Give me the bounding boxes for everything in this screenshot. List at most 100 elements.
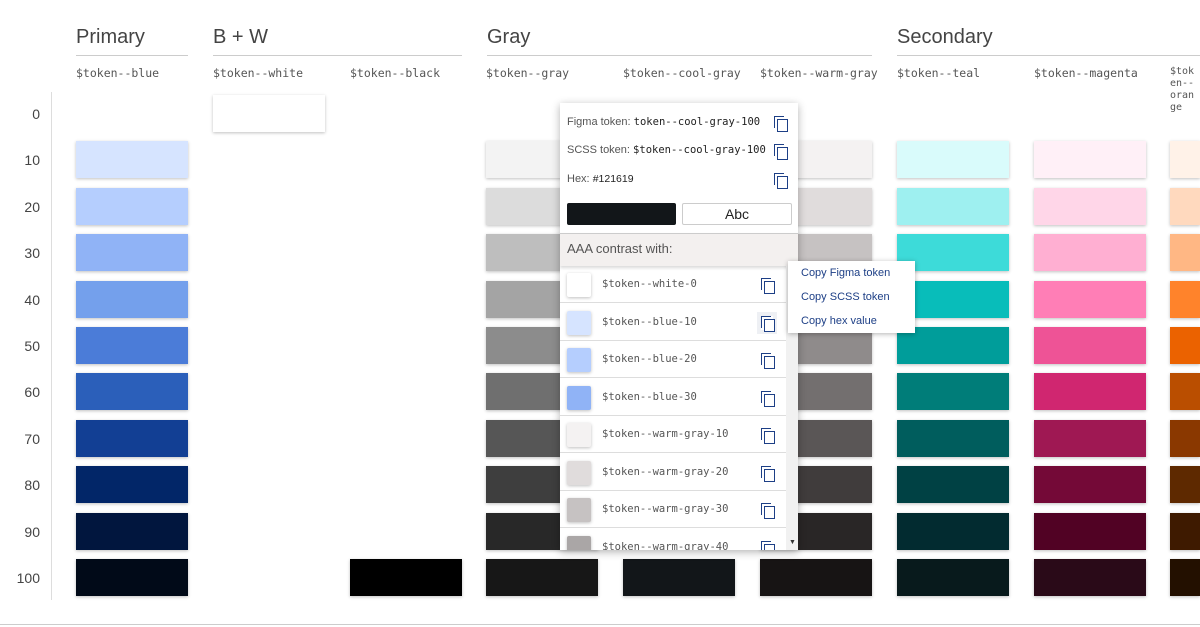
- color-swatch[interactable]: [213, 95, 325, 132]
- copy-icon[interactable]: [761, 540, 775, 550]
- color-swatch[interactable]: [1170, 373, 1200, 411]
- row-label: 90: [24, 523, 40, 540]
- copy-icon[interactable]: [757, 311, 777, 334]
- contrast-item: $token--white-0: [560, 266, 786, 303]
- contrast-item: $token--blue-20: [560, 341, 786, 378]
- color-swatch[interactable]: [1034, 419, 1146, 457]
- copy-icon[interactable]: [761, 353, 775, 369]
- contrast-swatch: [567, 385, 591, 410]
- contrast-swatch: [567, 348, 591, 372]
- row-label: 0: [32, 106, 40, 122]
- color-swatch[interactable]: [1170, 419, 1200, 457]
- contrast-token: $token--warm-gray-20: [602, 465, 729, 478]
- contrast-token: $token--white-0: [602, 278, 697, 290]
- color-swatch[interactable]: [760, 559, 872, 596]
- menu-copy-scss[interactable]: Copy SCSS token: [801, 291, 890, 303]
- contrast-swatch: [567, 310, 591, 335]
- color-swatch[interactable]: [1034, 327, 1146, 364]
- column-token: $token--black: [350, 66, 441, 80]
- contrast-item: $token--blue-10: [560, 304, 786, 341]
- color-swatch[interactable]: [76, 187, 188, 225]
- section-gray: Gray: [487, 26, 872, 56]
- copy-icon[interactable]: [774, 173, 788, 189]
- copy-icon[interactable]: [761, 503, 775, 519]
- contrast-item: $token--warm-gray-30: [560, 491, 786, 528]
- hex-value: #121619: [592, 173, 634, 185]
- menu-copy-hex[interactable]: Copy hex value: [801, 315, 877, 327]
- color-swatch[interactable]: [486, 559, 598, 596]
- color-sample: [567, 203, 676, 225]
- color-swatch[interactable]: [1034, 373, 1146, 411]
- color-swatch[interactable]: [1034, 234, 1146, 272]
- hex-row: Hex: #121619: [567, 173, 634, 185]
- copy-icon[interactable]: [761, 278, 775, 294]
- color-swatch[interactable]: [1170, 327, 1200, 364]
- color-swatch[interactable]: [76, 512, 188, 550]
- hex-label: Hex:: [567, 173, 590, 185]
- contrast-token: $token--blue-10: [602, 315, 697, 328]
- color-swatch[interactable]: [1034, 559, 1146, 596]
- bottom-divider: [0, 624, 1200, 625]
- row-label: 40: [24, 291, 40, 308]
- row-label: 100: [16, 570, 40, 586]
- section-secondary: Secondary: [897, 26, 1200, 56]
- column-token: $token--orange: [1170, 66, 1195, 113]
- figma-value: token--cool-gray-100: [633, 116, 761, 128]
- contrast-token: $token--warm-gray-40: [602, 540, 729, 551]
- color-swatch[interactable]: [897, 466, 1009, 504]
- copy-icon[interactable]: [761, 428, 775, 444]
- color-swatch[interactable]: [76, 327, 188, 364]
- contrast-item: $token--blue-30: [560, 379, 786, 416]
- color-swatch[interactable]: [1170, 512, 1200, 550]
- color-swatch[interactable]: [76, 466, 188, 504]
- color-swatch[interactable]: [1034, 466, 1146, 504]
- contrast-item: $token--warm-gray-10: [560, 416, 786, 453]
- color-swatch[interactable]: [76, 141, 188, 179]
- color-swatch[interactable]: [76, 373, 188, 411]
- color-swatch[interactable]: [1170, 234, 1200, 272]
- color-swatch[interactable]: [1170, 559, 1200, 596]
- color-swatch[interactable]: [1034, 141, 1146, 179]
- column-token: $token--warm-gray: [760, 66, 878, 80]
- color-swatch[interactable]: [1170, 187, 1200, 225]
- color-swatch[interactable]: [1170, 466, 1200, 504]
- contrast-token: $token--blue-20: [602, 353, 697, 365]
- copy-context-menu: Copy Figma token Copy SCSS token Copy he…: [788, 261, 915, 333]
- color-swatch[interactable]: [1034, 280, 1146, 318]
- color-swatch[interactable]: [76, 559, 188, 596]
- contrast-token: $token--warm-gray-30: [602, 503, 729, 515]
- column-token: $token--cool-gray: [623, 66, 741, 80]
- contrast-title: AAA contrast with:: [560, 233, 798, 266]
- color-swatch[interactable]: [897, 187, 1009, 225]
- column-token: $token--gray: [486, 66, 570, 80]
- color-swatch[interactable]: [76, 280, 188, 318]
- color-swatch[interactable]: [897, 419, 1009, 457]
- copy-icon[interactable]: [774, 144, 788, 160]
- color-swatch[interactable]: [76, 234, 188, 272]
- row-divider: [51, 92, 52, 600]
- contrast-token: $token--blue-30: [602, 390, 697, 403]
- color-swatch[interactable]: [897, 559, 1009, 596]
- section-primary: Primary: [76, 26, 188, 56]
- copy-icon[interactable]: [774, 116, 788, 132]
- menu-copy-figma[interactable]: Copy Figma token: [801, 267, 890, 279]
- color-swatch[interactable]: [1170, 280, 1200, 318]
- color-swatch[interactable]: [1034, 187, 1146, 225]
- text-sample: Abc: [682, 203, 792, 225]
- color-swatch[interactable]: [1170, 141, 1200, 179]
- row-label: 10: [24, 152, 40, 169]
- color-swatch[interactable]: [897, 141, 1009, 179]
- color-swatch[interactable]: [1034, 512, 1146, 550]
- color-swatch[interactable]: [350, 559, 462, 596]
- copy-icon[interactable]: [761, 390, 775, 407]
- color-swatch[interactable]: [76, 419, 188, 457]
- figma-token-row: Figma token: token--cool-gray-100: [567, 116, 760, 128]
- color-swatch[interactable]: [897, 512, 1009, 550]
- scss-value: $token--cool-gray-100: [633, 144, 766, 156]
- column-token: $token--magenta: [1034, 66, 1138, 80]
- color-swatch[interactable]: [897, 373, 1009, 411]
- scroll-down-icon[interactable]: ▼: [789, 539, 796, 546]
- copy-icon[interactable]: [761, 465, 775, 482]
- color-swatch[interactable]: [623, 559, 735, 596]
- column-token: $token--white: [213, 66, 304, 80]
